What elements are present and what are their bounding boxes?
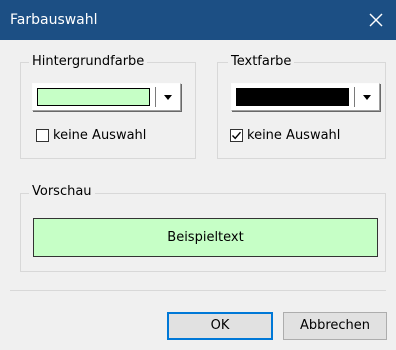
ok-button[interactable]: OK xyxy=(167,312,273,340)
text-color-legend: Textfarbe xyxy=(228,54,295,70)
checkmark-icon xyxy=(231,131,242,140)
background-color-dropdown[interactable] xyxy=(32,83,181,111)
preview-box: Beispieltext xyxy=(33,218,378,257)
background-color-swatch xyxy=(37,88,150,106)
preview-sample-text: Beispieltext xyxy=(167,230,244,245)
text-no-selection-label: keine Auswahl xyxy=(247,128,341,143)
text-color-swatch xyxy=(236,88,349,106)
text-no-selection-box[interactable] xyxy=(230,129,243,142)
dropdown-separator xyxy=(354,87,355,107)
background-no-selection-checkbox[interactable]: keine Auswahl xyxy=(36,127,176,145)
text-no-selection-checkbox[interactable]: keine Auswahl xyxy=(230,127,370,145)
background-no-selection-box[interactable] xyxy=(36,129,49,142)
close-icon xyxy=(369,13,383,27)
background-no-selection-label: keine Auswahl xyxy=(53,128,147,143)
preview-legend: Vorschau xyxy=(29,184,95,200)
text-color-dropdown[interactable] xyxy=(231,83,380,111)
divider xyxy=(10,290,386,291)
cancel-button[interactable]: Abbrechen xyxy=(283,312,387,340)
dropdown-separator xyxy=(155,87,156,107)
window-title: Farbauswahl xyxy=(10,12,98,28)
title-bar: Farbauswahl xyxy=(0,0,396,40)
chevron-down-icon xyxy=(363,95,371,100)
close-button[interactable] xyxy=(356,0,396,40)
chevron-down-icon xyxy=(164,95,172,100)
background-color-legend: Hintergrundfarbe xyxy=(29,54,148,70)
